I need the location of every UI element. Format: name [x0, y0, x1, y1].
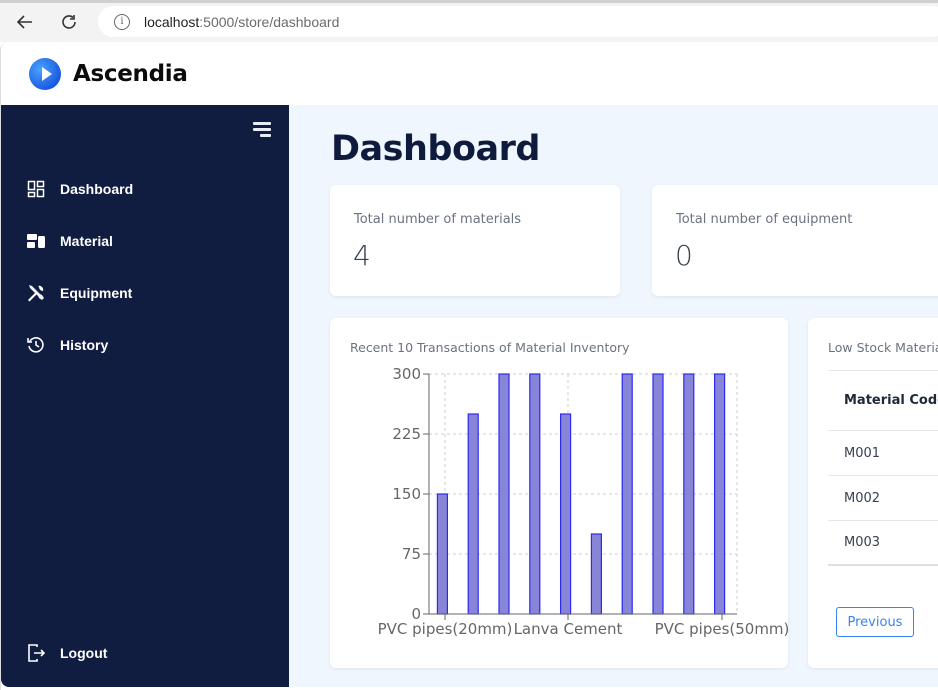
sidebar-item-label: Dashboard: [60, 181, 134, 197]
bar: [621, 373, 633, 615]
back-arrow-icon: [16, 15, 32, 29]
sidebar-item-equipment[interactable]: Equipment: [26, 281, 132, 305]
url-path: :5000/store/dashboard: [199, 13, 340, 30]
previous-page-button[interactable]: Previous: [836, 607, 914, 637]
low-stock-card: Low Stock Materials Material Code M001 M…: [808, 318, 938, 668]
y-tick-label: 225: [392, 425, 421, 443]
back-button[interactable]: [13, 10, 37, 34]
stat-label: Total number of equipment: [676, 212, 853, 227]
main-content: Dashboard Total number of materials 4 To…: [289, 105, 938, 687]
stat-value: 4: [353, 239, 371, 272]
address-bar[interactable]: i localhost:5000/store/dashboard: [98, 6, 938, 37]
stat-label: Total number of materials: [354, 212, 522, 227]
y-tick-label: 300: [392, 365, 421, 383]
bar: [683, 373, 695, 615]
bar: [529, 373, 541, 615]
tools-icon: [26, 283, 46, 303]
app-window: Ascendia Dashboard Material Equipment Hi…: [0, 42, 938, 690]
chart-card: Recent 10 Transactions of Material Inven…: [330, 318, 788, 668]
x-tick-label: PVC pipes(50mm): [655, 620, 788, 638]
sidebar-item-label: Material: [60, 233, 113, 249]
table-row: M002: [828, 476, 938, 521]
bar: [498, 373, 510, 615]
browser-toolbar: i localhost:5000/store/dashboard: [0, 0, 938, 42]
low-stock-table: Material Code M001 M002 M003: [828, 370, 938, 566]
sidebar-item-dashboard[interactable]: Dashboard: [26, 177, 133, 201]
material-blocks-icon: [26, 231, 46, 251]
y-tick-label: 75: [402, 545, 421, 563]
x-tick-label: PVC pipes(20mm): [378, 620, 513, 638]
brand-name: Ascendia: [73, 60, 188, 87]
table-row: M003: [828, 521, 938, 566]
site-info-icon[interactable]: i: [114, 13, 130, 30]
dashboard-grid-icon: [26, 179, 46, 199]
brand-logo-icon[interactable]: [29, 57, 61, 90]
page-title: Dashboard: [331, 129, 540, 169]
bar: [436, 493, 449, 615]
sidebar-item-material[interactable]: Material: [26, 229, 113, 253]
table-row: M001: [828, 431, 938, 476]
app-header: Ascendia: [1, 42, 938, 105]
bar-chart: 075150225300PVC pipes(20mm) Lanva Cement P…: [378, 365, 788, 638]
sidebar-item-label: Equipment: [60, 285, 133, 301]
bar: [560, 413, 572, 615]
menu-toggle-icon[interactable]: [251, 122, 271, 140]
stat-card-equipment: Total number of equipment 0: [652, 185, 938, 296]
stat-card-materials: Total number of materials 4: [330, 185, 620, 296]
low-stock-title: Low Stock Materials: [828, 340, 938, 355]
sidebar-item-label: History: [60, 337, 109, 353]
bar: [652, 373, 664, 615]
logout-label: Logout: [60, 645, 108, 661]
stat-value: 0: [675, 239, 693, 272]
x-tick-label: Lanva Cement: [514, 620, 623, 638]
logout-icon: [26, 643, 46, 663]
history-icon: [26, 335, 46, 355]
logout-button[interactable]: Logout: [26, 641, 107, 665]
tab-strip: [0, 0, 938, 3]
reload-button[interactable]: [57, 10, 81, 34]
column-header[interactable]: Material Code: [828, 370, 938, 431]
sidebar-item-history[interactable]: History: [26, 333, 108, 357]
bar: [467, 413, 479, 615]
bar: [590, 533, 602, 615]
reload-icon: [62, 15, 76, 29]
sidebar: Dashboard Material Equipment History Log: [1, 105, 289, 687]
url-host: localhost: [144, 13, 200, 30]
y-tick-label: 150: [392, 485, 421, 503]
bar: [714, 373, 726, 615]
